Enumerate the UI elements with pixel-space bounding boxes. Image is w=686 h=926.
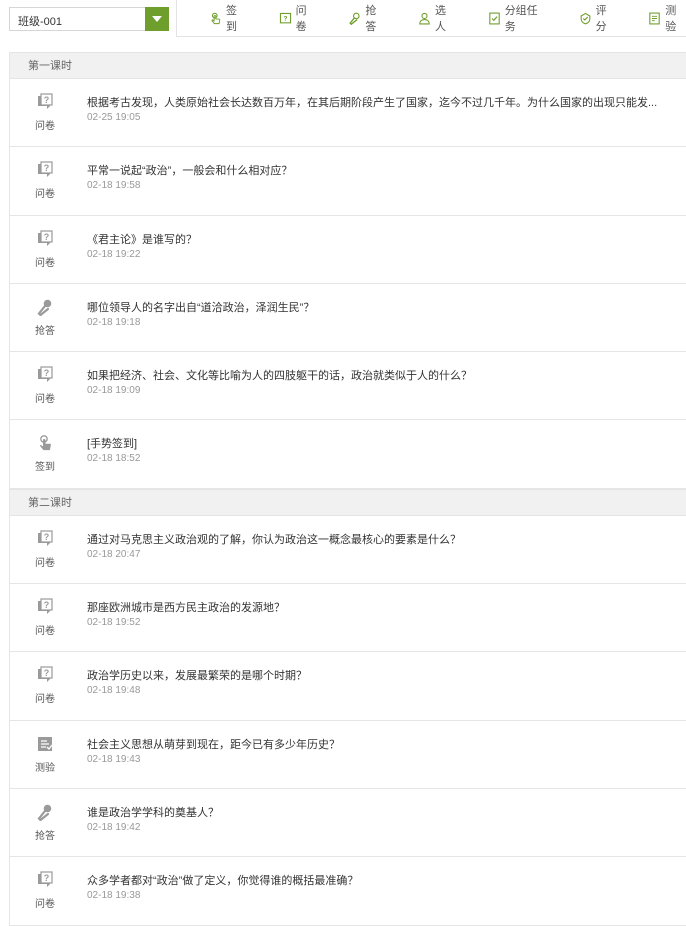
activity-timestamp: 02-18 20:47 — [87, 548, 141, 560]
rating-icon — [579, 12, 596, 25]
toolbar-button-label: 测验 — [665, 5, 677, 33]
toolbar-button-label: 问卷 — [295, 5, 307, 33]
activity-title: 那座欧洲城市是西方民主政治的发源地？ — [87, 602, 285, 615]
activity-type-label: 问卷 — [35, 189, 55, 201]
toolbar-button-label: 分组任务 — [504, 5, 538, 33]
activity-type-label: 问卷 — [35, 121, 55, 132]
toolbar-quiz-button[interactable]: 测验 — [648, 0, 686, 36]
activity-title: 哪位领导人的名字出自“道洽政治，泽润生民”？ — [87, 301, 315, 314]
activity-type-label: 测验 — [35, 762, 55, 774]
activity-type-label: 抢答 — [35, 830, 55, 842]
activity-title: 众多学者都对“政治”做了定义，你觉得谁的概括最准确？ — [87, 875, 359, 888]
toolbar-hand-sign-in-button[interactable]: 签到 — [209, 0, 247, 36]
top-bar: 班级-001 签到? 问卷 抢答 选人 分组任务 评分 测验 — [0, 0, 686, 38]
activity-title: 政治学历史以来，发展最繁荣的是哪个时期？ — [87, 670, 307, 683]
toolbar-button-label: 签到 — [226, 5, 237, 33]
activity-timestamp: 02-18 19:43 — [87, 753, 141, 765]
questionnaire-icon: ? — [279, 12, 296, 25]
person-icon — [418, 12, 435, 25]
svg-text:?: ? — [44, 95, 50, 105]
quiz-icon — [36, 735, 54, 753]
chevron-down-icon[interactable] — [145, 7, 169, 31]
svg-text:?: ? — [44, 873, 50, 883]
activity-title: 平常一说起“政治”，一般会和什么相对应？ — [87, 165, 293, 178]
activity-type-label: 问卷 — [35, 899, 55, 911]
activity-type-label: 问卷 — [35, 257, 55, 269]
activity-title: [手势签到] — [87, 438, 138, 451]
svg-text:?: ? — [44, 163, 50, 173]
activity-timestamp: 02-18 19:09 — [87, 385, 141, 397]
section-header: 第一课时 — [10, 52, 686, 79]
activity-timestamp: 02-18 19:58 — [87, 180, 141, 192]
activity-timestamp: 02-18 19:18 — [87, 316, 141, 328]
activity-item[interactable]: ? 问卷 如果把经济、社会、文化等比喻为人的四肢躯干的话，政治就类似于人的什么？ 02… — [10, 352, 686, 421]
activity-item[interactable]: ? 问卷 通过对马克思主义政治观的了解，你认为政治这一概念最核心的要素是什么？ 02-… — [10, 516, 686, 585]
activity-timestamp: 02-18 19:22 — [87, 248, 141, 260]
microphone-icon — [348, 12, 365, 25]
activity-title: 如果把经济、社会、文化等比喻为人的四肢躯干的话，政治就类似于人的什么？ — [87, 370, 472, 383]
activity-type-label: 问卷 — [35, 557, 55, 569]
activity-item[interactable]: 测验 社会主义思想从萌芽到现在，距今已有多少年历史？ 02-18 19:43 — [10, 721, 686, 789]
section-header: 第二课时 — [10, 488, 686, 516]
activity-item[interactable]: ? 问卷 根据考古发现，人类原始社会长达数百万年，在其后期阶段产生了国家，迄今不过几… — [10, 79, 686, 148]
hand-sign-in-icon — [209, 12, 226, 25]
activity-timestamp: 02-18 18:52 — [87, 453, 141, 465]
svg-text:?: ? — [44, 368, 50, 378]
activity-item[interactable]: 抢答 谁是政治学学科的奠基人？ 02-18 19:42 — [10, 789, 686, 858]
toolbar-button-label: 选人 — [435, 5, 447, 33]
activity-timestamp: 02-18 19:38 — [87, 890, 141, 902]
class-select-value: 班级-001 — [18, 16, 63, 28]
questionnaire-icon: ? — [36, 666, 54, 684]
class-select[interactable]: 班级-001 — [9, 7, 169, 31]
activity-type-label: 抢答 — [35, 325, 55, 337]
questionnaire-icon: ? — [36, 161, 54, 179]
activity-type-label: 问卷 — [35, 626, 55, 638]
activity-item[interactable]: ? 问卷 众多学者都对“政治”做了定义，你觉得谁的概括最准确？ 02-18 19:38 — [10, 857, 686, 926]
activity-toolbar: 签到? 问卷 抢答 选人 分组任务 评分 测验 — [176, 0, 686, 37]
questionnaire-icon: ? — [36, 366, 54, 384]
activity-item[interactable]: ? 问卷 那座欧洲城市是西方民主政治的发源地？ 02-18 19:52 — [10, 584, 686, 653]
hand-sign-in-icon — [36, 434, 54, 452]
activity-item[interactable]: 签到 [手势签到] 02-18 18:52 — [10, 420, 686, 489]
activity-title: 社会主义思想从萌芽到现在，距今已有多少年历史？ — [87, 738, 340, 751]
toolbar-person-button[interactable]: 选人 — [418, 0, 456, 36]
activity-title: 《君主论》是谁写的？ — [87, 233, 197, 246]
toolbar-rating-button[interactable]: 评分 — [579, 0, 617, 36]
activity-type-label: 问卷 — [35, 394, 55, 406]
quiz-icon — [648, 12, 665, 25]
toolbar-questionnaire-button[interactable]: ? 问卷 — [279, 0, 317, 36]
toolbar-group-task-button[interactable]: 分组任务 — [488, 0, 547, 36]
group-task-icon — [488, 12, 505, 25]
activity-item[interactable]: ? 问卷 政治学历史以来，发展最繁荣的是哪个时期？ 02-18 19:48 — [10, 652, 686, 721]
toolbar-button-label: 抢答 — [365, 5, 377, 33]
toolbar-microphone-button[interactable]: 抢答 — [348, 0, 386, 36]
svg-text:?: ? — [44, 600, 50, 610]
questionnaire-icon: ? — [36, 229, 54, 248]
svg-text:?: ? — [44, 232, 50, 242]
activity-timestamp: 02-18 19:48 — [87, 685, 141, 697]
microphone-icon — [36, 298, 54, 317]
activity-timestamp: 02-18 19:42 — [87, 821, 141, 833]
activity-timestamp: 02-18 19:52 — [87, 617, 141, 629]
activity-type-label: 问卷 — [35, 694, 55, 706]
activity-title: 通过对马克思主义政治观的了解，你认为政治这一概念最核心的要素是什么？ — [87, 533, 461, 546]
activity-title: 谁是政治学学科的奠基人？ — [87, 806, 219, 819]
microphone-icon — [36, 803, 54, 822]
toolbar-button-label: 评分 — [595, 5, 607, 33]
activity-list: 第一课时? 问卷 根据考古发现，人类原始社会长达数百万年，在其后期阶段产生了国家，迄… — [9, 52, 686, 926]
svg-text:?: ? — [283, 15, 287, 22]
questionnaire-icon: ? — [36, 598, 54, 616]
questionnaire-icon: ? — [36, 93, 54, 111]
activity-item[interactable]: 抢答 哪位领导人的名字出自“道洽政治，泽润生民”？ 02-18 19:18 — [10, 284, 686, 353]
activity-type-label: 签到 — [35, 462, 55, 474]
activity-title: 根据考古发现，人类原始社会长达数百万年，在其后期阶段产生了国家，迄今不过几千年。… — [87, 97, 658, 109]
activity-item[interactable]: ? 问卷 《君主论》是谁写的？ 02-18 19:22 — [10, 216, 686, 284]
svg-text:?: ? — [44, 532, 50, 542]
questionnaire-icon: ? — [36, 530, 54, 548]
activity-timestamp: 02-25 19:05 — [87, 112, 141, 123]
questionnaire-icon: ? — [36, 871, 54, 889]
activity-item[interactable]: ? 问卷 平常一说起“政治”，一般会和什么相对应？ 02-18 19:58 — [10, 147, 686, 216]
svg-text:?: ? — [44, 668, 50, 678]
